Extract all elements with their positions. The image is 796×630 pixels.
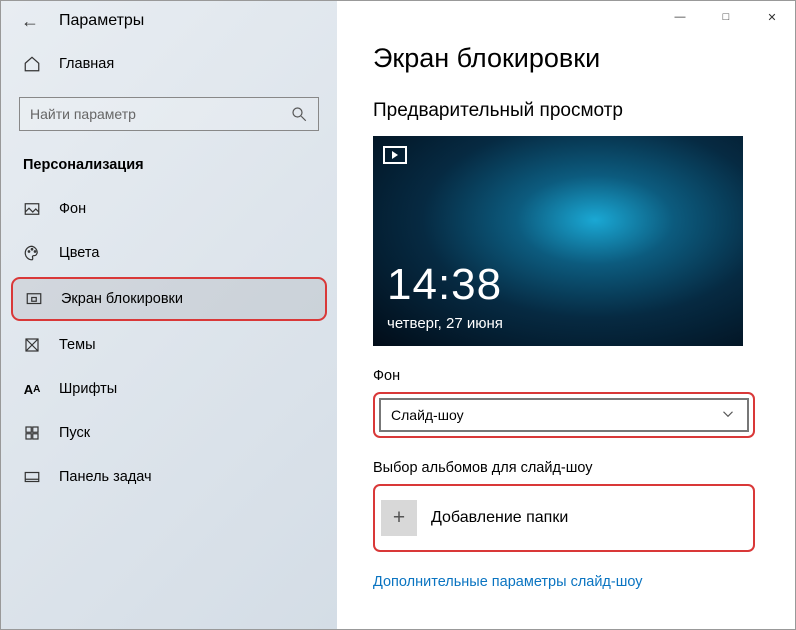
search-box[interactable]: [19, 97, 319, 131]
sidebar: ← Параметры Главная Персонализация Фон Ц…: [1, 1, 337, 629]
dropdown-value: Слайд-шоу: [391, 407, 464, 423]
picture-icon: [23, 200, 41, 218]
background-dropdown[interactable]: Слайд-шоу: [379, 398, 749, 432]
lockscreen-preview: 14:38 четверг, 27 июня: [373, 136, 743, 346]
start-icon: [23, 424, 41, 442]
nav-label: Шрифты: [59, 381, 117, 397]
sidebar-item-start[interactable]: Пуск: [1, 411, 337, 455]
add-folder-label: Добавление папки: [431, 509, 568, 527]
add-folder-highlight: + Добавление папки: [373, 484, 755, 552]
sidebar-item-themes[interactable]: Темы: [1, 323, 337, 367]
search-icon: [290, 105, 308, 123]
preview-heading: Предварительный просмотр: [373, 100, 759, 122]
plus-icon: +: [381, 500, 417, 536]
window-controls: — □ ✕: [657, 1, 795, 33]
sidebar-item-lockscreen[interactable]: Экран блокировки: [11, 277, 327, 321]
albums-label: Выбор альбомов для слайд-шоу: [373, 460, 759, 476]
home-label: Главная: [59, 56, 114, 72]
chevron-down-icon: [719, 405, 737, 426]
sidebar-item-taskbar[interactable]: Панель задач: [1, 455, 337, 499]
maximize-button[interactable]: □: [703, 1, 749, 33]
nav-label: Пуск: [59, 425, 90, 441]
background-dropdown-highlight: Слайд-шоу: [373, 392, 755, 438]
close-button[interactable]: ✕: [749, 1, 795, 33]
window-title: Параметры: [59, 12, 144, 30]
palette-icon: [23, 244, 41, 262]
nav-label: Цвета: [59, 245, 99, 261]
nav-label: Панель задач: [59, 469, 152, 485]
slideshow-icon: [383, 146, 407, 164]
home-icon: [23, 55, 41, 73]
sidebar-item-fonts[interactable]: AA Шрифты: [1, 367, 337, 411]
background-label: Фон: [373, 368, 759, 384]
lockscreen-icon: [25, 290, 43, 308]
nav-label: Фон: [59, 201, 86, 217]
titlebar: ← Параметры: [1, 1, 337, 41]
section-header: Персонализация: [1, 151, 337, 187]
main-content: — □ ✕ Экран блокировки Предварительный п…: [337, 1, 795, 629]
add-folder-button[interactable]: + Добавление папки: [379, 490, 749, 546]
sidebar-item-colors[interactable]: Цвета: [1, 231, 337, 275]
page-title: Экран блокировки: [373, 43, 759, 74]
nav-label: Экран блокировки: [61, 291, 183, 307]
taskbar-icon: [23, 468, 41, 486]
search-input[interactable]: [30, 106, 290, 122]
minimize-button[interactable]: —: [657, 1, 703, 33]
advanced-settings-link[interactable]: Дополнительные параметры слайд-шоу: [373, 574, 759, 590]
preview-date: четверг, 27 июня: [387, 315, 503, 332]
home-nav[interactable]: Главная: [1, 41, 337, 87]
back-button[interactable]: ←: [21, 11, 39, 32]
sidebar-item-background[interactable]: Фон: [1, 187, 337, 231]
fonts-icon: AA: [23, 380, 41, 398]
preview-time: 14:38: [387, 260, 502, 310]
nav-label: Темы: [59, 337, 96, 353]
themes-icon: [23, 336, 41, 354]
